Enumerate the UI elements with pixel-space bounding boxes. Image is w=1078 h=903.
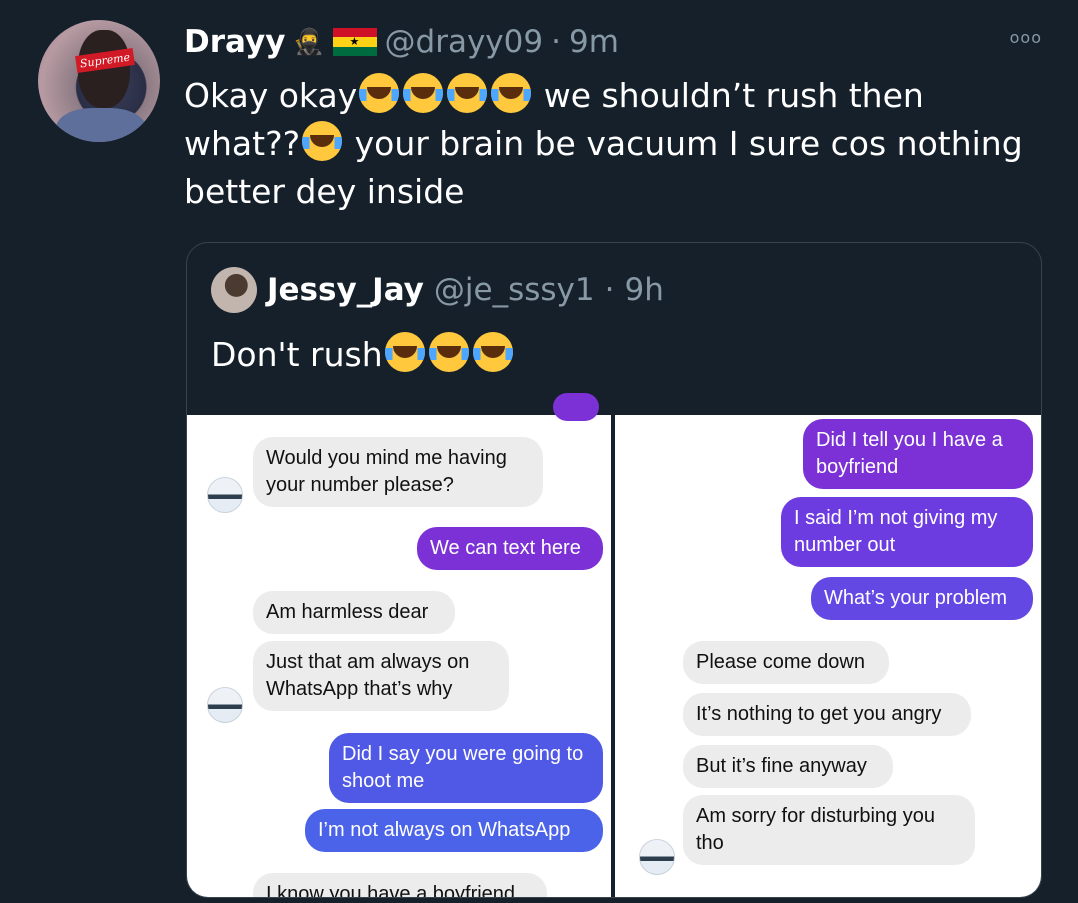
sender-avatar-thumb xyxy=(639,839,675,875)
author-handle[interactable]: @drayy09 xyxy=(385,24,544,60)
laughing-crying-emoji xyxy=(302,121,343,161)
author-avatar[interactable]: Supreme xyxy=(38,20,160,142)
chat-bubble-outgoing: Did I tell you I have a boyfriend xyxy=(803,419,1033,489)
laughing-crying-emoji xyxy=(357,73,533,115)
chat-bubble-incoming-cut: I know you have a boyfriend xyxy=(253,873,547,897)
chat-bubble-incoming: Would you mind me having your number ple… xyxy=(253,437,543,507)
quoted-tweet-text: Don't rush xyxy=(211,331,515,379)
chat-bubble-outgoing: I said I’m not giving my number out xyxy=(781,497,1033,567)
quoted-time-separator: · xyxy=(604,272,615,308)
chat-bubble-incoming: But it’s fine anyway xyxy=(683,745,893,788)
chat-bubble-incoming: Am sorry for disturbing you tho xyxy=(683,795,975,865)
image-divider xyxy=(611,415,615,897)
tweet-time[interactable]: 9m xyxy=(569,24,619,60)
chat-bubble-incoming: It’s nothing to get you angry xyxy=(683,693,971,736)
quoted-tweet-header: Jessy_Jay @je_sssy1 · 9h xyxy=(211,267,664,313)
tweet-text-part-1: Okay okay xyxy=(184,76,358,115)
chat-bubble-incoming: Just that am always on WhatsApp that’s w… xyxy=(253,641,509,711)
chat-bubble-incoming: Am harmless dear xyxy=(253,591,455,634)
time-separator: · xyxy=(551,24,561,60)
avatar-shirt xyxy=(56,108,146,142)
chat-screenshot-image[interactable]: Would you mind me having your number ple… xyxy=(187,393,1041,897)
ghana-flag-icon: ★ xyxy=(332,28,377,56)
ninja-emoji: 🥷 xyxy=(293,27,325,56)
quoted-author-avatar[interactable] xyxy=(211,267,257,313)
chat-bubble-outgoing: We can text here xyxy=(417,527,603,570)
chat-bubble-outgoing: Did I say you were going to shoot me xyxy=(329,733,603,803)
quoted-author-name[interactable]: Jessy_Jay xyxy=(267,272,424,308)
sender-avatar-thumb xyxy=(207,687,243,723)
chat-bubble-outgoing: What’s your problem xyxy=(811,577,1033,620)
chat-bubble-incoming: Please come down xyxy=(683,641,889,684)
laughing-crying-emoji xyxy=(383,332,515,374)
author-name[interactable]: Drayy xyxy=(184,24,285,60)
tweet-text: Okay okay we shouldn’t rush then what?? … xyxy=(184,72,1044,216)
quoted-tweet-time[interactable]: 9h xyxy=(624,272,663,308)
chat-bubble-outgoing: I’m not always on WhatsApp xyxy=(305,809,603,852)
quoted-author-handle[interactable]: @je_sssy1 xyxy=(434,272,595,308)
tweet-header: Drayy 🥷 ★ @drayy09 · 9m xyxy=(184,20,619,64)
sender-avatar-thumb xyxy=(207,477,243,513)
quoted-tweet-card[interactable]: Jessy_Jay @je_sssy1 · 9h Don't rush Woul… xyxy=(186,242,1042,898)
more-options-icon[interactable]: ooo xyxy=(1010,28,1042,47)
quoted-text-part-1: Don't rush xyxy=(211,335,383,374)
cut-off-outgoing-bubble xyxy=(553,393,599,421)
